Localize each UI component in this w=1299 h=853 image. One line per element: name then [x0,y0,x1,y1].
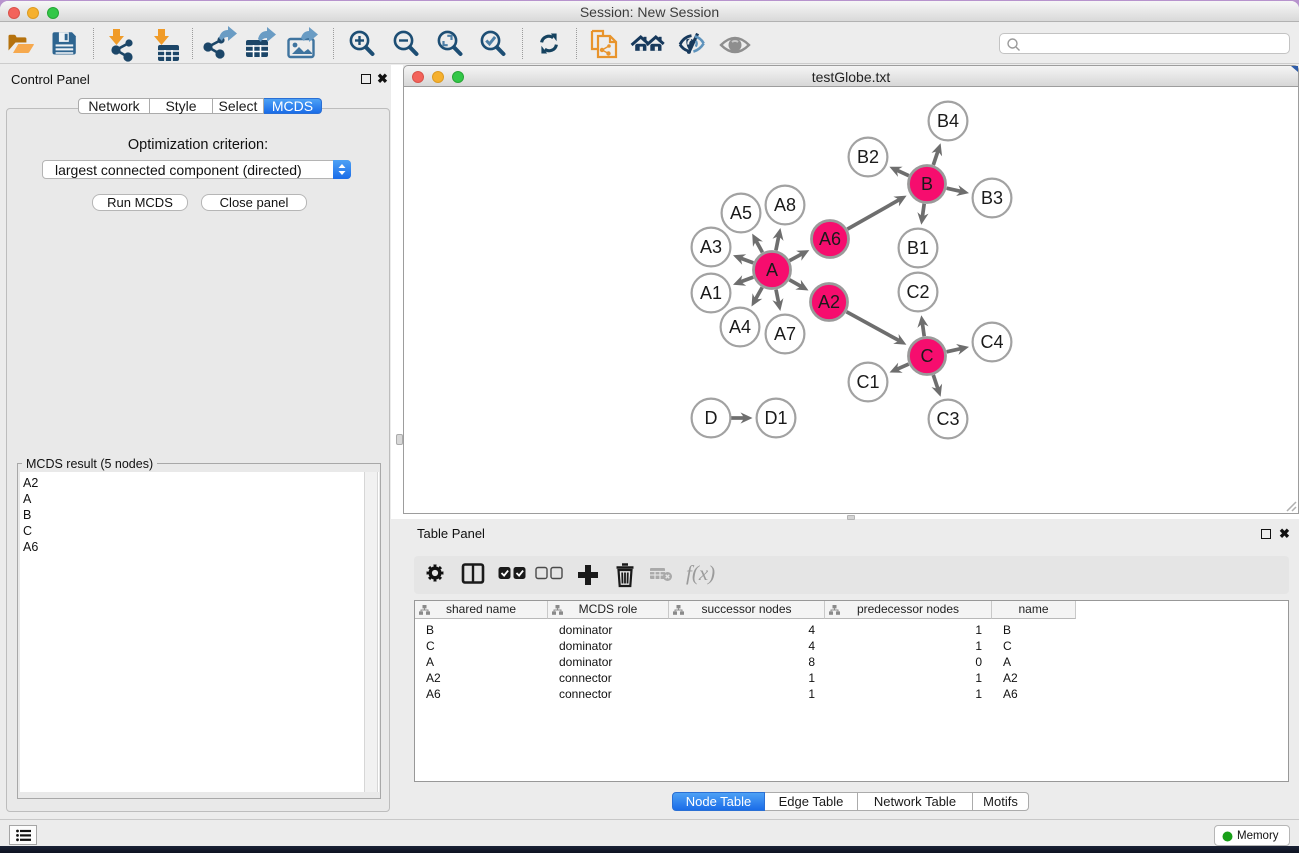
svg-text:C2: C2 [906,282,929,302]
svg-text:A2: A2 [818,292,840,312]
svg-text:B: B [921,174,933,194]
svg-text:B1: B1 [907,238,929,258]
svg-text:A: A [766,260,778,280]
svg-text:C3: C3 [936,409,959,429]
svg-text:D: D [705,408,718,428]
svg-text:B3: B3 [981,188,1003,208]
svg-text:C1: C1 [856,372,879,392]
svg-text:D1: D1 [764,408,787,428]
svg-text:A6: A6 [819,229,841,249]
svg-text:B4: B4 [937,111,959,131]
svg-text:C4: C4 [980,332,1003,352]
svg-text:B2: B2 [857,147,879,167]
svg-text:A4: A4 [729,317,751,337]
svg-text:A7: A7 [774,324,796,344]
svg-text:A8: A8 [774,195,796,215]
svg-text:C: C [921,346,934,366]
svg-text:A3: A3 [700,237,722,257]
svg-text:A1: A1 [700,283,722,303]
svg-text:A5: A5 [730,203,752,223]
